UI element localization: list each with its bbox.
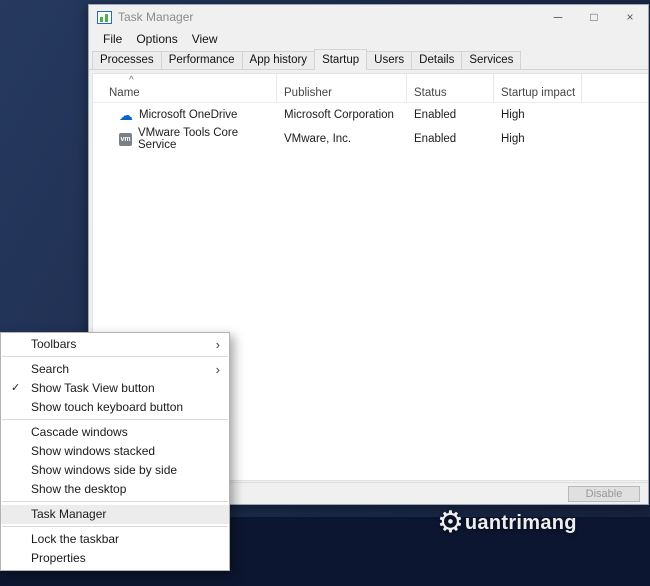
- menu-separator: [2, 419, 228, 420]
- watermark-text: uantrimang: [464, 511, 577, 534]
- name-cell: vm VMware Tools Core Service: [119, 127, 239, 151]
- status-cell: Enabled: [414, 109, 457, 121]
- check-icon: ✓: [11, 382, 21, 394]
- name-cell: ☁ Microsoft OneDrive: [119, 107, 238, 123]
- column-header-status[interactable]: Status: [407, 74, 494, 102]
- task-manager-icon: [97, 10, 112, 24]
- maximize-button[interactable]: □: [576, 5, 612, 29]
- tab-users[interactable]: Users: [366, 51, 413, 69]
- menu-file[interactable]: File: [96, 32, 129, 46]
- menu-options[interactable]: Options: [129, 32, 184, 46]
- menu-separator: [2, 501, 228, 502]
- menu-item-show-touch-keyboard-button[interactable]: Show touch keyboard button: [1, 398, 229, 417]
- column-header-row: ^ Name Publisher Status Startup impact: [93, 74, 648, 103]
- status-cell: Enabled: [414, 133, 457, 145]
- menu-item-search[interactable]: Search ›: [1, 360, 229, 379]
- minimize-button[interactable]: ─: [540, 5, 576, 29]
- sort-ascending-icon: ^: [129, 75, 134, 86]
- gear-logo-icon: ⚙: [437, 506, 464, 539]
- vmware-icon: vm: [119, 132, 132, 146]
- tab-strip: Processes Performance App history Startu…: [89, 48, 648, 70]
- menu-bar: File Options View: [89, 29, 648, 48]
- onedrive-cloud-icon: ☁: [119, 107, 133, 123]
- close-button[interactable]: ×: [612, 5, 648, 29]
- menu-item-lock-the-taskbar[interactable]: Lock the taskbar: [1, 530, 229, 549]
- column-header-filler: [582, 74, 648, 102]
- impact-cell: High: [501, 133, 525, 145]
- taskbar-context-menu: Toolbars › Search › ✓ Show Task View but…: [0, 332, 230, 571]
- disable-button[interactable]: Disable: [568, 486, 640, 502]
- impact-cell: High: [501, 109, 525, 121]
- desktop: Task Manager ─ □ × File Options View Pro…: [0, 0, 650, 586]
- publisher-cell: VMware, Inc.: [284, 133, 352, 145]
- menu-item-show-windows-side-by-side[interactable]: Show windows side by side: [1, 461, 229, 480]
- submenu-arrow-icon: ›: [215, 337, 220, 352]
- tab-details[interactable]: Details: [411, 51, 463, 69]
- menu-separator: [2, 526, 228, 527]
- menu-item-cascade-windows[interactable]: Cascade windows: [1, 423, 229, 442]
- column-header-publisher[interactable]: Publisher: [277, 74, 407, 102]
- menu-item-properties[interactable]: Properties: [1, 549, 229, 568]
- menu-item-show-task-view-button[interactable]: ✓ Show Task View button: [1, 379, 229, 398]
- tab-processes[interactable]: Processes: [92, 51, 162, 69]
- window-title: Task Manager: [118, 10, 194, 24]
- quantrimang-watermark: ⚙ uantrimang: [437, 508, 577, 538]
- tab-startup[interactable]: Startup: [314, 49, 368, 70]
- tab-performance[interactable]: Performance: [160, 51, 243, 69]
- menu-item-show-the-desktop[interactable]: Show the desktop: [1, 480, 229, 499]
- table-row-onedrive[interactable]: ☁ Microsoft OneDrive Microsoft Corporati…: [93, 103, 648, 127]
- tab-app-history[interactable]: App history: [241, 51, 316, 69]
- menu-separator: [2, 356, 228, 357]
- menu-item-task-manager[interactable]: Task Manager: [1, 505, 229, 524]
- publisher-cell: Microsoft Corporation: [284, 109, 394, 121]
- column-header-name[interactable]: ^ Name: [93, 74, 277, 102]
- column-header-startup-impact[interactable]: Startup impact: [494, 74, 582, 102]
- menu-view[interactable]: View: [185, 32, 225, 46]
- tab-services[interactable]: Services: [461, 51, 522, 69]
- title-bar[interactable]: Task Manager ─ □ ×: [89, 5, 648, 29]
- submenu-arrow-icon: ›: [215, 362, 220, 377]
- menu-item-show-windows-stacked[interactable]: Show windows stacked: [1, 442, 229, 461]
- menu-item-toolbars[interactable]: Toolbars ›: [1, 335, 229, 354]
- table-row-vmware[interactable]: vm VMware Tools Core Service VMware, Inc…: [93, 127, 648, 151]
